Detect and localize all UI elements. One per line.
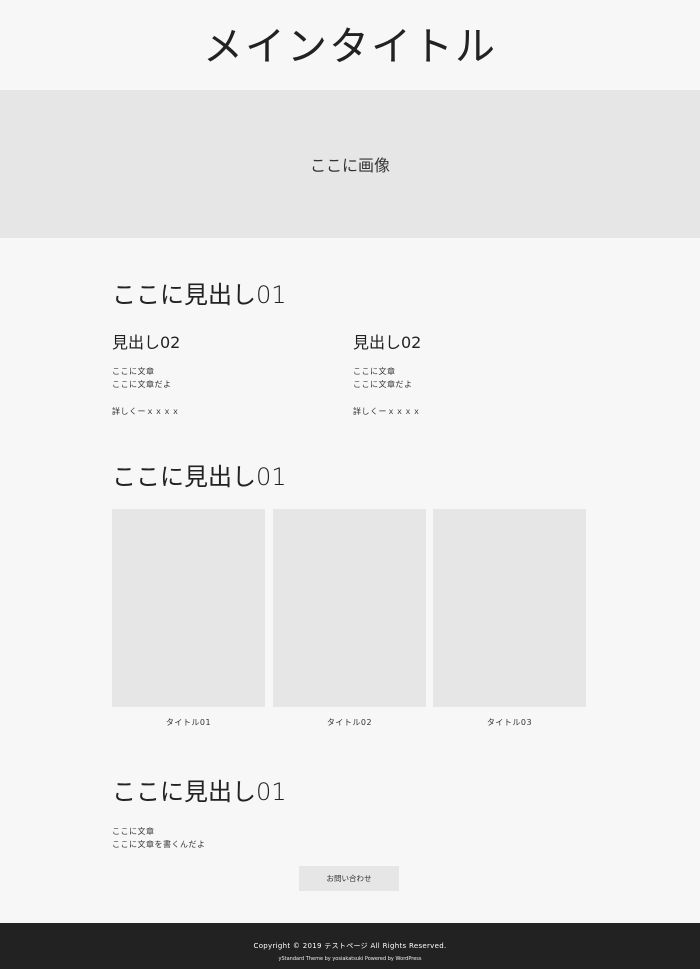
section3-heading: ここに見出し01 xyxy=(112,778,287,806)
section2-heading: ここに見出し01 xyxy=(112,463,287,491)
card-title: タイトル03 xyxy=(486,718,533,727)
column-text-line1: ここに文章 xyxy=(112,367,155,376)
card-title: タイトル02 xyxy=(326,718,373,727)
column-text-line2: ここに文章だよ xyxy=(112,380,172,389)
site-title[interactable]: メインタイトル xyxy=(0,14,700,72)
column-more-link[interactable]: 詳しくーｘｘｘｘ xyxy=(353,405,583,418)
card-image-placeholder xyxy=(112,509,265,707)
column-heading: 見出し02 xyxy=(353,333,422,352)
section3-text-line2: ここに文章を書くんだよ xyxy=(112,840,206,849)
card-item-1[interactable]: タイトル01 xyxy=(112,509,265,728)
card-image-placeholder xyxy=(433,509,586,707)
site-footer: Copyright © 2019 テストページ All Rights Reser… xyxy=(0,923,700,969)
column-text-line1: ここに文章 xyxy=(353,367,396,376)
column-heading: 見出し02 xyxy=(112,333,181,352)
section1-column-right: 見出し02 ここに文章 ここに文章だよ 詳しくーｘｘｘｘ xyxy=(353,329,583,418)
section3-text-line1: ここに文章 xyxy=(112,827,155,836)
section3-text: ここに文章 ここに文章を書くんだよ xyxy=(112,825,206,851)
card-item-2[interactable]: タイトル02 xyxy=(273,509,426,728)
hero-image-placeholder: ここに画像 xyxy=(0,90,700,238)
footer-powered-by[interactable]: yStandard Theme by yosiakatsuki Powered … xyxy=(0,956,700,962)
column-text-line2: ここに文章だよ xyxy=(353,380,413,389)
section1-heading: ここに見出し01 xyxy=(112,281,287,309)
section1-column-left: 見出し02 ここに文章 ここに文章だよ 詳しくーｘｘｘｘ xyxy=(112,329,342,418)
hero-placeholder-text: ここに画像 xyxy=(309,156,390,175)
card-image-placeholder xyxy=(273,509,426,707)
footer-copyright: Copyright © 2019 テストページ All Rights Reser… xyxy=(253,942,447,950)
column-more-link[interactable]: 詳しくーｘｘｘｘ xyxy=(112,405,342,418)
contact-button[interactable]: お問い合わせ xyxy=(299,866,399,891)
card-title: タイトル01 xyxy=(165,718,212,727)
card-item-3[interactable]: タイトル03 xyxy=(433,509,586,728)
